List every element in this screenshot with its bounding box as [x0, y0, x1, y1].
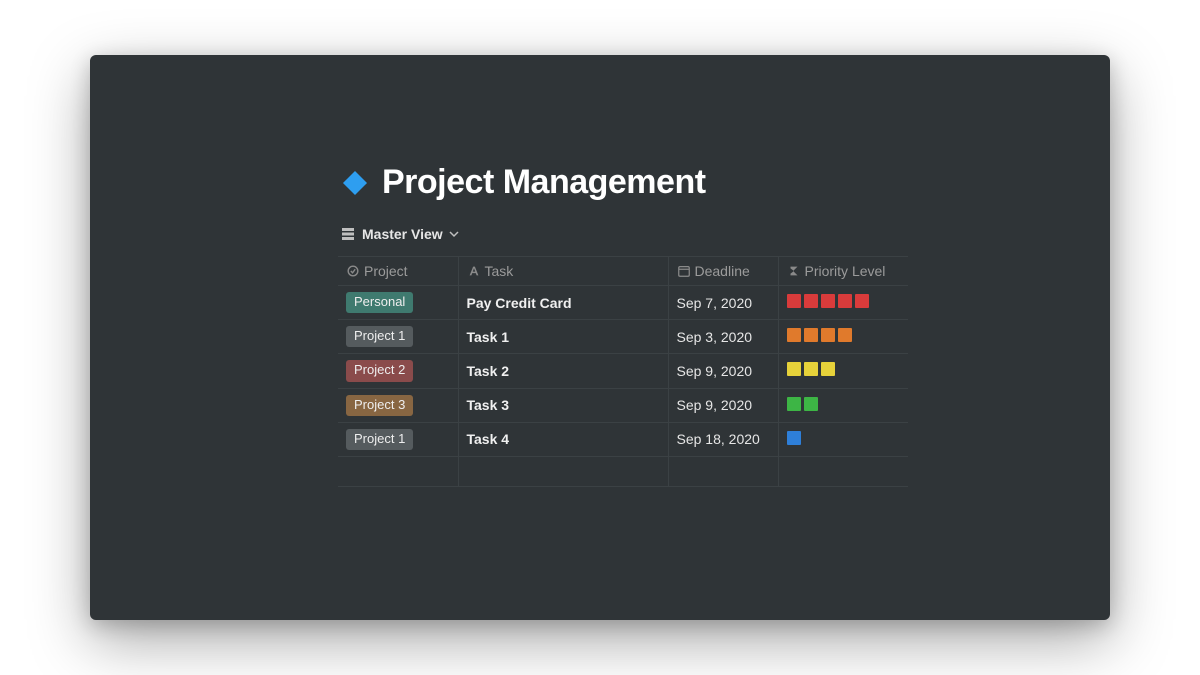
priority-square-icon: [821, 328, 835, 342]
cell-deadline[interactable]: Sep 3, 2020: [668, 320, 778, 354]
priority-square-icon: [804, 397, 818, 411]
title-icon: [467, 264, 481, 278]
priority-indicator: [787, 431, 801, 445]
priority-square-icon: [787, 431, 801, 445]
view-selector[interactable]: Master View: [338, 222, 461, 246]
priority-square-icon: [821, 362, 835, 376]
cell-deadline[interactable]: Sep 9, 2020: [668, 388, 778, 422]
table-row[interactable]: Project 1 Task 1Sep 3, 2020: [338, 320, 908, 354]
column-header-deadline[interactable]: Deadline: [668, 257, 778, 286]
priority-square-icon: [804, 362, 818, 376]
project-tag[interactable]: Personal: [346, 292, 413, 313]
cell-project[interactable]: Project 2: [338, 354, 458, 388]
table-header-row: Project Task Deadline Priority Level: [338, 257, 908, 286]
priority-square-icon: [855, 294, 869, 308]
priority-indicator: [787, 397, 818, 411]
database-table: Project Task Deadline Priority Level Per…: [338, 256, 908, 487]
page-content: Project Management Master View Project T…: [338, 163, 908, 487]
table-row[interactable]: Project 1 Task 4Sep 18, 2020: [338, 422, 908, 456]
project-tag[interactable]: Project 2: [346, 360, 413, 381]
cell-task[interactable]: Task 3: [458, 388, 668, 422]
priority-square-icon: [804, 294, 818, 308]
priority-square-icon: [787, 294, 801, 308]
cell-deadline[interactable]: Sep 9, 2020: [668, 354, 778, 388]
cell-project[interactable]: Project 1: [338, 422, 458, 456]
table-row[interactable]: Project 3 Task 3Sep 9, 2020: [338, 388, 908, 422]
cell-priority: [778, 354, 908, 388]
project-tag[interactable]: Project 1: [346, 429, 413, 450]
page-diamond-icon: [338, 166, 372, 200]
cell-task[interactable]: Task 4: [458, 422, 668, 456]
page-header: Project Management: [338, 163, 908, 202]
priority-square-icon: [804, 328, 818, 342]
table-view-icon: [340, 226, 356, 242]
cell-priority: [778, 286, 908, 320]
relation-icon: [346, 264, 360, 278]
column-header-project[interactable]: Project: [338, 257, 458, 286]
priority-indicator: [787, 294, 869, 308]
cell-priority: [778, 320, 908, 354]
formula-icon: [787, 264, 801, 278]
column-label: Project: [364, 263, 408, 279]
cell-task[interactable]: Pay Credit Card: [458, 286, 668, 320]
column-label: Priority Level: [805, 263, 886, 279]
calendar-icon: [677, 264, 691, 278]
cell-task[interactable]: Task 1: [458, 320, 668, 354]
column-header-priority[interactable]: Priority Level: [778, 257, 908, 286]
app-window: Project Management Master View Project T…: [90, 55, 1110, 620]
cell-deadline[interactable]: Sep 18, 2020: [668, 422, 778, 456]
table-row[interactable]: Project 2 Task 2Sep 9, 2020: [338, 354, 908, 388]
priority-square-icon: [787, 397, 801, 411]
chevron-down-icon: [449, 229, 459, 239]
page-title: Project Management: [382, 163, 706, 202]
view-label: Master View: [362, 226, 443, 242]
cell-project[interactable]: Project 3: [338, 388, 458, 422]
priority-indicator: [787, 328, 852, 342]
column-header-task[interactable]: Task: [458, 257, 668, 286]
priority-square-icon: [787, 328, 801, 342]
cell-priority: [778, 388, 908, 422]
cell-task[interactable]: Task 2: [458, 354, 668, 388]
project-tag[interactable]: Project 1: [346, 326, 413, 347]
cell-project[interactable]: Project 1: [338, 320, 458, 354]
cell-priority: [778, 422, 908, 456]
cell-project[interactable]: Personal: [338, 286, 458, 320]
project-tag[interactable]: Project 3: [346, 395, 413, 416]
priority-square-icon: [821, 294, 835, 308]
table-row[interactable]: Personal Pay Credit CardSep 7, 2020: [338, 286, 908, 320]
empty-row[interactable]: [338, 456, 908, 486]
column-label: Task: [485, 263, 514, 279]
cell-deadline[interactable]: Sep 7, 2020: [668, 286, 778, 320]
priority-square-icon: [838, 294, 852, 308]
priority-square-icon: [838, 328, 852, 342]
column-label: Deadline: [695, 263, 750, 279]
priority-square-icon: [787, 362, 801, 376]
priority-indicator: [787, 362, 835, 376]
